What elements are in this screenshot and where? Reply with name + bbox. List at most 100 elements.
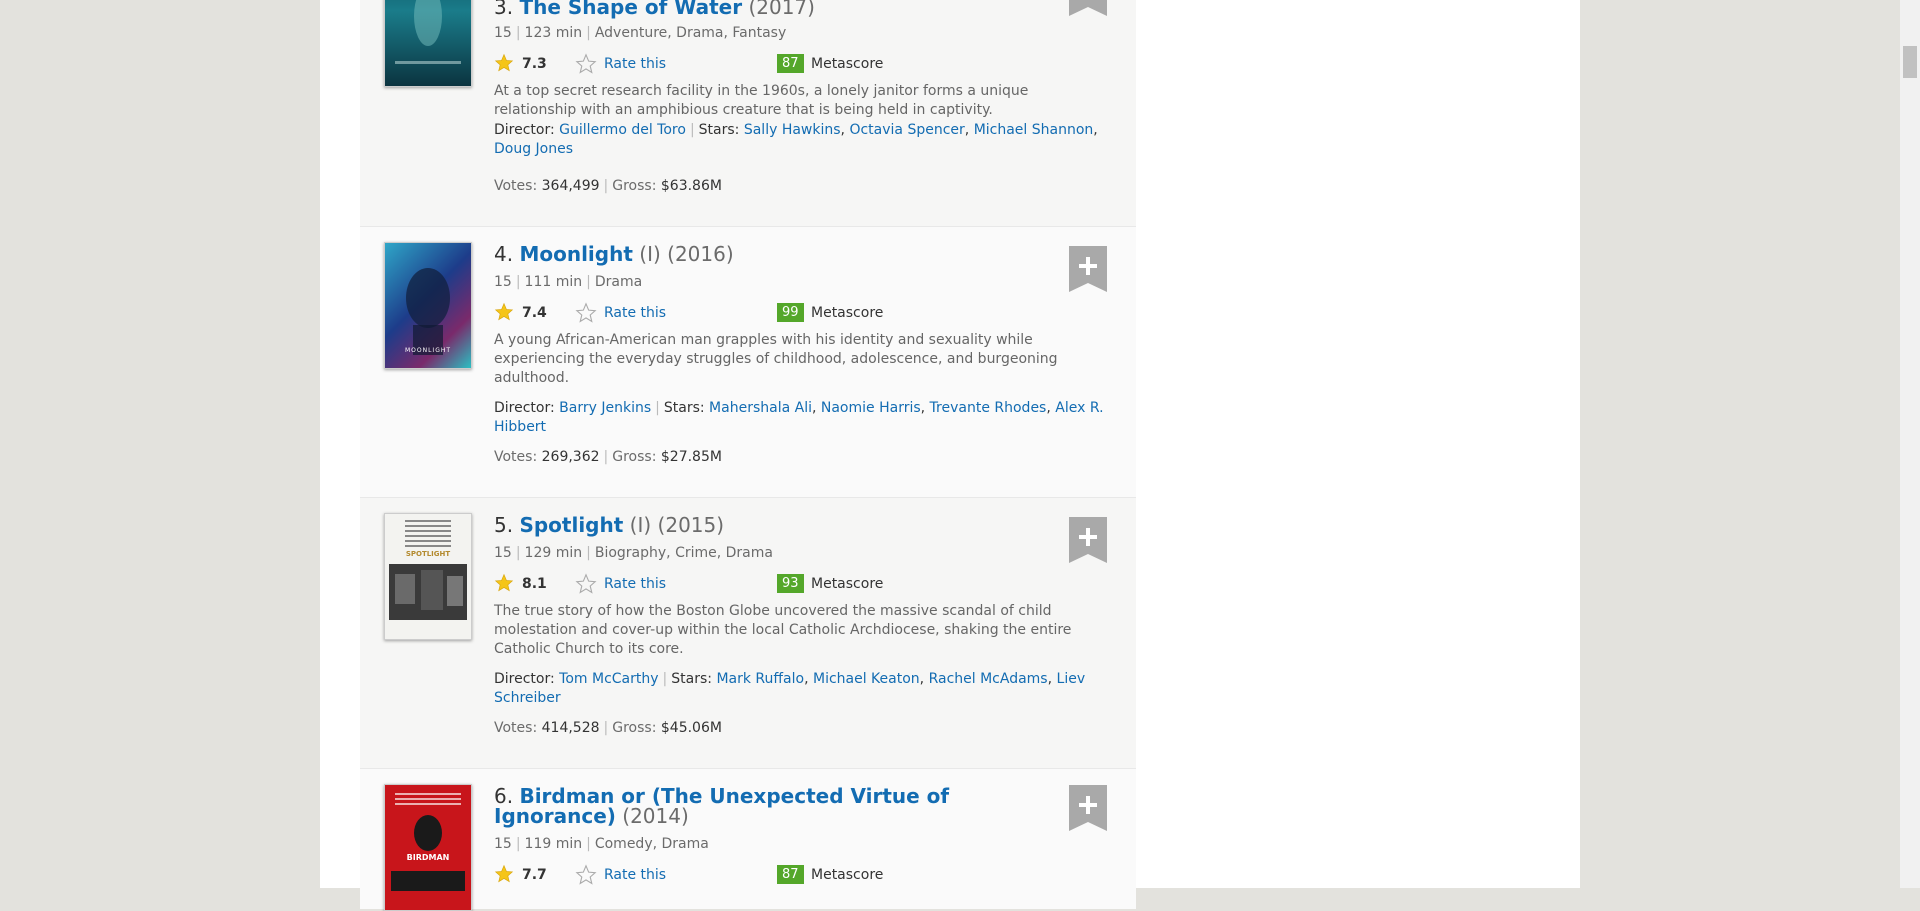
- star-link[interactable]: Naomie Harris: [821, 400, 921, 416]
- star-icon: [494, 53, 514, 72]
- movie-year: (2016): [667, 242, 734, 266]
- gross-label: Gross:: [612, 720, 657, 736]
- scrollbar-thumb[interactable]: [1903, 46, 1917, 78]
- movie-credits: Director: Barry Jenkins | Stars: Mahershal…: [494, 400, 1104, 435]
- rate-this-link[interactable]: Rate this: [604, 56, 666, 72]
- metascore-badge: 99: [777, 303, 804, 322]
- director-link[interactable]: Tom McCarthy: [559, 671, 658, 687]
- rate-this-link[interactable]: Rate this: [604, 867, 666, 883]
- poster-title-text: MOONLIGHT: [404, 347, 452, 354]
- star-link[interactable]: Octavia Spencer: [849, 122, 964, 138]
- list-item-birdman: BIRDMAN 6. Birdman or (The Unexpected Vi…: [360, 769, 1136, 911]
- movie-description: At a top secret research facility in the…: [494, 83, 1029, 118]
- rating-row: 7.4 Rate this 99 Metascore: [494, 302, 1114, 324]
- star-link[interactable]: Michael Keaton: [813, 671, 920, 687]
- metascore-badge: 93: [777, 574, 804, 593]
- movie-meta: 15 | 123 min | Adventure, Drama, Fantasy: [494, 25, 787, 41]
- movie-extra: (I): [639, 242, 661, 266]
- movie-meta: 15 | 111 min | Drama: [494, 274, 643, 290]
- metascore-label: Metascore: [811, 576, 884, 592]
- votes-value: 364,499: [541, 178, 600, 194]
- movie-title-link[interactable]: Birdman or (The Unexpected Virtue of Ign…: [494, 784, 949, 828]
- votes-label: Votes:: [494, 178, 538, 194]
- movie-year: (2017): [748, 0, 815, 19]
- star-icon: [494, 864, 514, 883]
- imdb-rating: 7.3: [522, 56, 547, 72]
- rate-star-icon[interactable]: [575, 53, 597, 75]
- star-link[interactable]: Sally Hawkins: [744, 122, 841, 138]
- movie-title-link[interactable]: Moonlight: [519, 242, 632, 266]
- votes-value: 414,528: [541, 720, 600, 736]
- movie-votes-gross: Votes: 364,499 | Gross: $63.86M: [494, 178, 722, 194]
- rate-star-icon[interactable]: [575, 573, 597, 595]
- movie-title-link[interactable]: The Shape of Water: [519, 0, 742, 19]
- rating-row: 7.7 Rate this 87 Metascore: [494, 864, 1114, 886]
- votes-value: 269,362: [541, 449, 600, 465]
- certificate: 15: [494, 545, 512, 561]
- stars-label: Stars:: [671, 671, 712, 687]
- movie-index: 3.: [494, 0, 514, 19]
- gross-value: $63.86M: [660, 178, 722, 194]
- movie-meta: 15 | 129 min | Biography, Crime, Drama: [494, 545, 773, 561]
- director-link[interactable]: Guillermo del Toro: [559, 122, 686, 138]
- metascore-label: Metascore: [811, 56, 884, 72]
- page-container: 3. The Shape of Water (2017) 15 | 123 min |…: [320, 0, 1580, 911]
- add-to-watchlist-ribbon-icon[interactable]: [1069, 246, 1107, 292]
- star-link[interactable]: Rachel McAdams: [929, 671, 1048, 687]
- star-link[interactable]: Michael Shannon: [974, 122, 1094, 138]
- director-link[interactable]: Barry Jenkins: [559, 400, 651, 416]
- metascore-badge: 87: [777, 54, 804, 73]
- poster-title-text: SPOTLIGHT: [405, 550, 451, 558]
- certificate: 15: [494, 274, 512, 290]
- imdb-rating: 7.7: [522, 867, 547, 883]
- poster-title-text: BIRDMAN: [406, 853, 450, 862]
- stars-label: Stars:: [698, 122, 740, 138]
- star-icon: [494, 302, 514, 321]
- imdb-rating: 7.4: [522, 305, 547, 321]
- poster-image[interactable]: SPOTLIGHT: [384, 513, 472, 640]
- rate-this-link[interactable]: Rate this: [604, 576, 666, 592]
- runtime: 129 min: [524, 545, 583, 561]
- poster-art-icon: [391, 793, 465, 891]
- movie-credits: Director: Tom McCarthy | Stars: Mark Ruffa…: [494, 671, 1086, 706]
- add-to-watchlist-ribbon-icon[interactable]: [1069, 0, 1107, 16]
- gross-label: Gross:: [612, 178, 657, 194]
- movie-credits: Director: Guillermo del Toro | Stars: Sall…: [494, 122, 1098, 157]
- movie-index: 4.: [494, 242, 514, 266]
- rate-star-icon[interactable]: [575, 864, 597, 886]
- poster-image[interactable]: [384, 0, 472, 87]
- page-scrollbar[interactable]: [1900, 0, 1920, 888]
- star-link[interactable]: Trevante Rhodes: [930, 400, 1047, 416]
- star-link[interactable]: Mark Ruffalo: [716, 671, 804, 687]
- runtime: 123 min: [524, 25, 583, 41]
- movie-header: 3. The Shape of Water (2017): [494, 0, 964, 17]
- movie-header: 5. Spotlight (I) (2015): [494, 515, 964, 535]
- poster-image[interactable]: BIRDMAN: [384, 784, 472, 911]
- list-item-shape-of-water: 3. The Shape of Water (2017) 15 | 123 min |…: [360, 0, 1136, 227]
- star-link[interactable]: Mahershala Ali: [709, 400, 812, 416]
- metascore-label: Metascore: [811, 867, 884, 883]
- add-to-watchlist-ribbon-icon[interactable]: [1069, 517, 1107, 563]
- votes-label: Votes:: [494, 449, 538, 465]
- runtime: 111 min: [524, 274, 583, 290]
- movie-description: A young African-American man grapples wi…: [494, 332, 1058, 386]
- rating-row: 7.3 Rate this 87 Metascore: [494, 53, 1114, 75]
- rate-star-icon[interactable]: [575, 302, 597, 324]
- star-link[interactable]: Doug Jones: [494, 141, 573, 157]
- add-to-watchlist-ribbon-icon[interactable]: [1069, 785, 1107, 831]
- star-icon: [494, 573, 514, 592]
- director-label: Director:: [494, 671, 555, 687]
- genres: Biography, Crime, Drama: [594, 545, 773, 561]
- rating-row: 8.1 Rate this 93 Metascore: [494, 573, 1114, 595]
- rate-this-link[interactable]: Rate this: [604, 305, 666, 321]
- movie-index: 5.: [494, 513, 514, 537]
- votes-label: Votes:: [494, 720, 538, 736]
- movie-year: (2015): [657, 513, 725, 537]
- gross-label: Gross:: [612, 449, 657, 465]
- movie-extra: (I): [629, 513, 652, 537]
- director-label: Director:: [494, 400, 555, 416]
- movie-title-link[interactable]: Spotlight: [519, 513, 623, 537]
- movie-meta: 15 | 119 min | Comedy, Drama: [494, 836, 709, 852]
- poster-image[interactable]: MOONLIGHT: [384, 242, 472, 369]
- movie-year: (2014): [622, 804, 689, 828]
